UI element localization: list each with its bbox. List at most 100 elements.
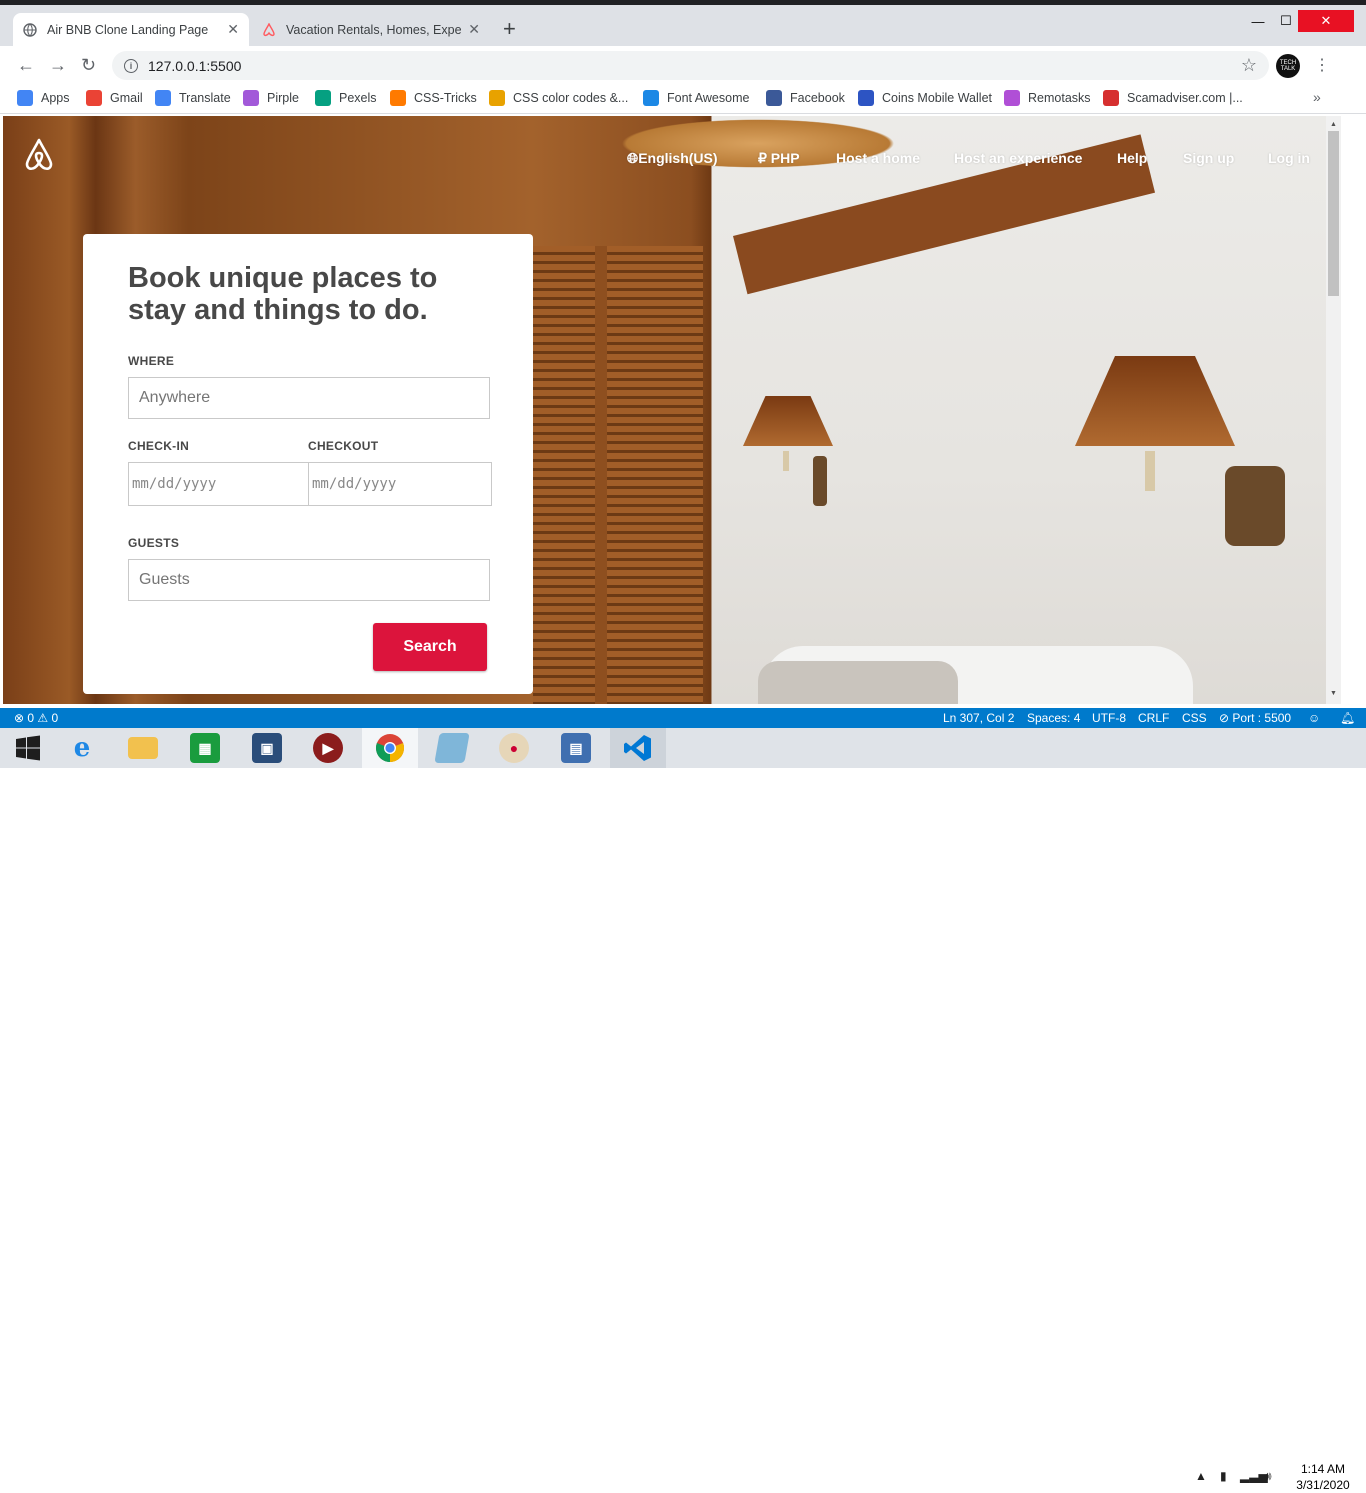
language-mode[interactable]: CSS <box>1182 711 1207 725</box>
url-text: 127.0.0.1:5500 <box>148 57 242 74</box>
page-hero: 🌐︎English(US) ₽ PHP Host a home Host an … <box>3 116 1326 704</box>
bookmark-item[interactable]: Gmail <box>86 90 143 106</box>
scroll-down-arrow-icon[interactable]: ▼ <box>1330 690 1337 697</box>
profile-avatar[interactable]: TECH TALK <box>1276 54 1300 78</box>
bookmark-star-icon[interactable]: ☆ <box>1241 55 1257 76</box>
cursor-position[interactable]: Ln 307, Col 2 <box>943 711 1014 725</box>
volume-icon[interactable]: 🔊︎ <box>1264 1469 1272 1484</box>
vscode-icon[interactable] <box>610 728 666 768</box>
indentation-setting[interactable]: Spaces: 4 <box>1027 711 1080 725</box>
wooden-shutter-image <box>533 246 703 704</box>
back-arrow-icon[interactable]: ← <box>17 55 35 76</box>
wall-lamp-left-image <box>743 396 833 506</box>
bookmark-item[interactable]: Pexels <box>315 90 377 106</box>
maximize-button[interactable]: ☐ <box>1276 10 1296 32</box>
media-player-icon[interactable]: ▶ <box>300 728 356 768</box>
airbnb-logo-icon[interactable] <box>23 138 55 177</box>
bookmark-label: Scamadviser.com |... <box>1127 91 1243 105</box>
bookmark-item[interactable]: Scamadviser.com |... <box>1103 90 1243 106</box>
search-button[interactable]: Search <box>373 623 487 671</box>
store-icon[interactable]: ▦ <box>177 728 233 768</box>
close-tab-icon[interactable]: ✕ <box>227 21 239 38</box>
gmail-icon <box>86 90 102 106</box>
notepad-icon[interactable] <box>424 728 480 768</box>
css-tricks-icon <box>390 90 406 106</box>
address-bar[interactable]: i 127.0.0.1:5500 ☆ <box>112 51 1269 80</box>
wall-lamp-right-image <box>1075 356 1285 546</box>
nav-help[interactable]: Help <box>1117 150 1147 166</box>
internet-explorer-icon[interactable]: e <box>54 728 110 768</box>
coins-icon <box>858 90 874 106</box>
checkin-date-input[interactable]: mm/dd/yyyy <box>128 462 309 506</box>
bookmark-item[interactable]: Coins Mobile Wallet <box>858 90 992 106</box>
bookmark-label: Pirple <box>267 91 299 105</box>
bookmark-item[interactable]: CSS color codes &... <box>489 90 628 106</box>
nav-currency[interactable]: ₽ PHP <box>758 150 800 167</box>
chrome-menu-icon[interactable]: ⋮ <box>1314 55 1330 75</box>
nav-host-home[interactable]: Host a home <box>836 150 920 166</box>
search-card: Book unique places to stay and things to… <box>83 234 533 694</box>
bookmark-label: Apps <box>41 91 70 105</box>
facebook-icon <box>766 90 782 106</box>
checkout-date-input[interactable]: mm/dd/yyyy <box>308 462 492 506</box>
close-tab-icon[interactable]: ✕ <box>468 21 480 38</box>
shutter-frame-image <box>595 246 607 704</box>
where-input[interactable]: Anywhere <box>128 377 490 419</box>
bookmarks-bar: Apps Gmail Translate Pirple Pexels CSS-Tricks… <box>0 84 1366 114</box>
browser-toolbar: ← → ↻ i 127.0.0.1:5500 ☆ <box>0 46 1366 84</box>
bookmark-label: CSS color codes &... <box>513 91 629 105</box>
bookmark-item[interactable]: Remotasks <box>1004 90 1091 106</box>
bookmark-item[interactable]: Font Awesome <box>643 90 749 106</box>
globe-icon <box>23 22 37 37</box>
chrome-icon[interactable] <box>362 728 418 768</box>
clock-time: 1:14 AM <box>1300 1462 1346 1476</box>
nav-host-experience[interactable]: Host an experience <box>954 150 1082 166</box>
scroll-up-arrow-icon[interactable]: ▲ <box>1330 121 1337 128</box>
bookmark-item[interactable]: Facebook <box>766 90 845 106</box>
close-window-button[interactable]: ✕ <box>1298 10 1354 32</box>
scrollbar-thumb[interactable] <box>1328 131 1339 296</box>
feedback-icon[interactable]: ☺ <box>1308 711 1320 725</box>
tab-airbnb-clone[interactable]: Air BNB Clone Landing Page ✕ <box>13 13 249 46</box>
bookmark-label: Pexels <box>339 91 377 105</box>
clock-date: 3/31/2020 <box>1296 1478 1350 1492</box>
new-tab-button[interactable]: + <box>503 18 516 40</box>
guests-input[interactable]: Guests <box>128 559 490 601</box>
bookmark-item[interactable]: Pirple <box>243 90 299 106</box>
pillow-image <box>758 661 958 704</box>
notifications-bell-icon[interactable]: 🔔︎ <box>1340 711 1355 725</box>
live-server-port[interactable]: ⊘ Port : 5500 <box>1219 711 1291 725</box>
bookmark-item[interactable]: Translate <box>155 90 231 106</box>
font-awesome-icon <box>643 90 659 106</box>
bookmark-item[interactable]: CSS-Tricks <box>390 90 477 106</box>
minimize-button[interactable]: — <box>1248 10 1268 32</box>
where-label: WHERE <box>128 354 175 368</box>
tab-title: Air BNB Clone Landing Page <box>47 22 209 37</box>
taskbar-clock[interactable]: 1:14 AM 3/31/2020 <box>1292 1461 1354 1493</box>
network-computer-icon[interactable]: ▤ <box>548 728 604 768</box>
remote-desktop-icon[interactable]: ▣ <box>239 728 295 768</box>
battery-icon[interactable]: ▮ <box>1220 1469 1227 1483</box>
nav-signup[interactable]: Sign up <box>1183 150 1234 166</box>
file-explorer-icon[interactable] <box>115 728 171 768</box>
pirple-icon <box>243 90 259 106</box>
bookmark-label: Coins Mobile Wallet <box>882 91 992 105</box>
reload-icon[interactable]: ↻ <box>81 55 96 76</box>
checkin-label: CHECK-IN <box>128 439 190 453</box>
checkout-label: CHECKOUT <box>308 439 379 453</box>
bookmark-label: CSS-Tricks <box>414 91 477 105</box>
problems-indicator[interactable]: ⊗ 0 ⚠ 0 <box>14 711 58 725</box>
forward-arrow-icon[interactable]: → <box>49 55 67 76</box>
show-hidden-icons-icon[interactable]: ▲ <box>1195 1469 1207 1483</box>
site-info-icon[interactable]: i <box>124 58 138 73</box>
bookmark-item[interactable]: Apps <box>17 90 70 106</box>
bookmarks-overflow-button[interactable]: » <box>1313 89 1321 105</box>
bookmark-label: Remotasks <box>1028 91 1091 105</box>
eol-setting[interactable]: CRLF <box>1138 711 1169 725</box>
paint-icon[interactable]: ● <box>486 728 542 768</box>
nav-login[interactable]: Log in <box>1268 150 1310 166</box>
windows-start-icon[interactable] <box>0 728 56 768</box>
encoding-setting[interactable]: UTF-8 <box>1092 711 1126 725</box>
tab-vacation-rentals[interactable]: Vacation Rentals, Homes, Experie ✕ <box>252 13 490 46</box>
nav-language[interactable]: 🌐︎English(US) <box>627 150 718 167</box>
